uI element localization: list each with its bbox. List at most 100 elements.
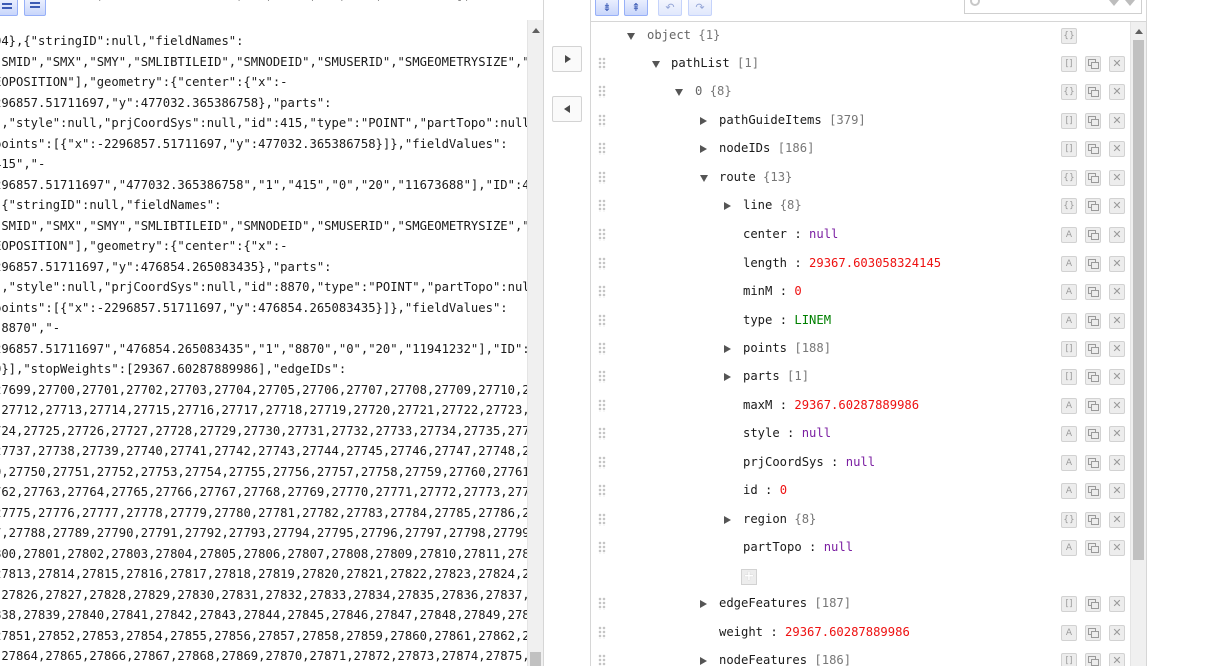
remove-icon[interactable]: ✕ bbox=[1109, 455, 1125, 471]
field-value[interactable]: null bbox=[824, 540, 853, 554]
tree-field[interactable]: pathList [1] bbox=[671, 56, 759, 70]
left-scrollbar[interactable] bbox=[527, 20, 543, 666]
remove-icon[interactable]: ✕ bbox=[1109, 227, 1125, 243]
remove-icon[interactable]: ✕ bbox=[1109, 369, 1125, 385]
tree-field[interactable]: 0 {8} bbox=[695, 84, 732, 98]
field-key[interactable]: 0 bbox=[695, 84, 702, 98]
field-key[interactable]: length bbox=[743, 256, 787, 270]
duplicate-icon[interactable] bbox=[1085, 653, 1101, 666]
scroll-thumb[interactable] bbox=[530, 652, 541, 666]
scroll-thumb[interactable] bbox=[1133, 40, 1144, 560]
tree-field[interactable]: parts [1] bbox=[743, 369, 809, 383]
tree-row[interactable]: pathList [1] [] ✕ bbox=[591, 50, 1131, 78]
search-previous-icon[interactable] bbox=[1125, 0, 1135, 6]
tree-row[interactable]: points [188] [] ✕ bbox=[591, 335, 1131, 363]
tree-row[interactable]: id : 0 A ✕ bbox=[591, 477, 1131, 505]
tree-field[interactable]: center : null bbox=[743, 227, 838, 241]
remove-icon[interactable]: ✕ bbox=[1109, 284, 1125, 300]
search-input[interactable] bbox=[964, 0, 1142, 14]
copy-to-right-button[interactable] bbox=[552, 46, 582, 72]
field-value[interactable]: null bbox=[802, 426, 831, 440]
tree-field[interactable]: style : null bbox=[743, 426, 831, 440]
duplicate-icon[interactable] bbox=[1085, 141, 1101, 157]
drag-handle-icon[interactable] bbox=[598, 57, 606, 70]
tree-row[interactable]: partTopo : null A ✕ bbox=[591, 534, 1131, 562]
tree-scrollbar[interactable] bbox=[1130, 22, 1146, 666]
tree-row[interactable]: nodeFeatures [186] [] ✕ bbox=[591, 647, 1131, 666]
remove-icon[interactable]: ✕ bbox=[1109, 540, 1125, 556]
remove-icon[interactable]: ✕ bbox=[1109, 653, 1125, 666]
tree-field[interactable]: weight : 29367.60287889986 bbox=[719, 625, 910, 639]
remove-icon[interactable]: ✕ bbox=[1109, 398, 1125, 414]
tree-field[interactable]: prjCoordSys : null bbox=[743, 455, 875, 469]
drag-handle-icon[interactable] bbox=[598, 541, 606, 554]
duplicate-icon[interactable] bbox=[1085, 596, 1101, 612]
array-icon[interactable]: [] bbox=[1061, 113, 1077, 129]
drag-handle-icon[interactable] bbox=[598, 370, 606, 383]
compact-button[interactable] bbox=[24, 0, 46, 16]
tree-row[interactable]: type : LINEM A ✕ bbox=[591, 307, 1131, 335]
scroll-up-arrow-icon[interactable] bbox=[1135, 29, 1143, 34]
scroll-up-arrow-icon[interactable] bbox=[532, 28, 540, 33]
field-key[interactable]: partTopo bbox=[743, 540, 802, 554]
collapse-toggle-icon[interactable] bbox=[700, 175, 708, 182]
search-next-icon[interactable] bbox=[1109, 0, 1119, 6]
drag-handle-icon[interactable] bbox=[598, 228, 606, 241]
drag-handle-icon[interactable] bbox=[598, 199, 606, 212]
duplicate-icon[interactable] bbox=[1085, 398, 1101, 414]
field-key[interactable]: line bbox=[743, 198, 772, 212]
auto-icon[interactable]: A bbox=[1061, 483, 1077, 499]
tree-row[interactable]: minM : 0 A ✕ bbox=[591, 278, 1131, 306]
tree-field[interactable]: partTopo : null bbox=[743, 540, 853, 554]
expand-toggle-icon[interactable] bbox=[724, 345, 731, 353]
drag-handle-icon[interactable] bbox=[598, 427, 606, 440]
remove-icon[interactable]: ✕ bbox=[1109, 313, 1125, 329]
duplicate-icon[interactable] bbox=[1085, 512, 1101, 528]
drag-handle-icon[interactable] bbox=[598, 342, 606, 355]
remove-icon[interactable]: ✕ bbox=[1109, 56, 1125, 72]
auto-icon[interactable]: A bbox=[1061, 540, 1077, 556]
drag-handle-icon[interactable] bbox=[598, 114, 606, 127]
drag-handle-icon[interactable] bbox=[598, 484, 606, 497]
auto-icon[interactable]: A bbox=[1061, 398, 1077, 414]
drag-handle-icon[interactable] bbox=[598, 513, 606, 526]
duplicate-icon[interactable] bbox=[1085, 369, 1101, 385]
array-icon[interactable]: [] bbox=[1061, 653, 1077, 666]
tree-row[interactable]: pathGuideItems [379] [] ✕ bbox=[591, 107, 1131, 135]
tree-row[interactable]: object {1} {} bbox=[591, 22, 1131, 50]
tree-field[interactable]: maxM : 29367.60287889986 bbox=[743, 398, 919, 412]
auto-icon[interactable]: A bbox=[1061, 426, 1077, 442]
auto-icon[interactable]: A bbox=[1061, 256, 1077, 272]
add-icon[interactable]: + bbox=[741, 569, 757, 585]
object-icon[interactable]: {} bbox=[1061, 84, 1077, 100]
duplicate-icon[interactable] bbox=[1085, 540, 1101, 556]
collapse-toggle-icon[interactable] bbox=[652, 61, 660, 68]
field-key[interactable]: nodeIDs bbox=[719, 141, 770, 155]
auto-icon[interactable]: A bbox=[1061, 313, 1077, 329]
auto-icon[interactable]: A bbox=[1061, 227, 1077, 243]
drag-handle-icon[interactable] bbox=[598, 654, 606, 666]
expand-toggle-icon[interactable] bbox=[700, 117, 707, 125]
field-value[interactable]: 0 bbox=[780, 483, 787, 497]
auto-icon[interactable]: A bbox=[1061, 625, 1077, 641]
copy-to-left-button[interactable] bbox=[552, 96, 582, 122]
drag-handle-icon[interactable] bbox=[598, 85, 606, 98]
format-button[interactable] bbox=[0, 0, 18, 16]
field-key[interactable]: route bbox=[719, 170, 756, 184]
tree-field[interactable]: region {8} bbox=[743, 512, 816, 526]
array-icon[interactable]: [] bbox=[1061, 369, 1077, 385]
tree-row[interactable]: route {13} {} ✕ bbox=[591, 164, 1131, 192]
duplicate-icon[interactable] bbox=[1085, 426, 1101, 442]
remove-icon[interactable]: ✕ bbox=[1109, 512, 1125, 528]
remove-icon[interactable]: ✕ bbox=[1109, 198, 1125, 214]
tree-row[interactable]: center : null A ✕ bbox=[591, 221, 1131, 249]
duplicate-icon[interactable] bbox=[1085, 256, 1101, 272]
field-key[interactable]: maxM bbox=[743, 398, 772, 412]
tree-row[interactable]: edgeFeatures [187] [] ✕ bbox=[591, 590, 1131, 618]
remove-icon[interactable]: ✕ bbox=[1109, 625, 1125, 641]
tree-row[interactable]: length : 29367.603058324145 A ✕ bbox=[591, 250, 1131, 278]
field-key[interactable]: pathList bbox=[671, 56, 730, 70]
duplicate-icon[interactable] bbox=[1085, 625, 1101, 641]
field-key[interactable]: prjCoordSys bbox=[743, 455, 824, 469]
remove-icon[interactable]: ✕ bbox=[1109, 170, 1125, 186]
